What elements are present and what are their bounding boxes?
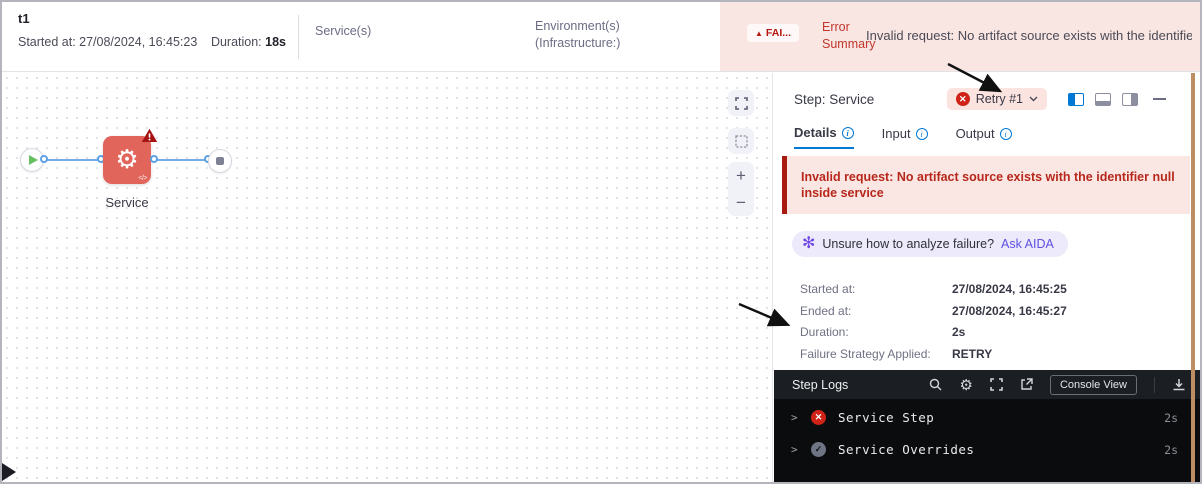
started-at-text: Started at: 27/08/2024, 16:45:23	[18, 35, 198, 49]
execution-header: t1 Started at: 27/08/2024, 16:45:23 Dura…	[2, 2, 1200, 72]
search-icon[interactable]	[929, 378, 942, 391]
edge-step-to-end	[154, 159, 210, 161]
info-icon: i	[841, 126, 854, 139]
download-logs-icon[interactable]	[1172, 378, 1186, 391]
detail-row-ended-at: Ended at: 27/08/2024, 16:45:27	[800, 303, 1067, 318]
failed-status-icon: ✕	[811, 410, 826, 425]
tab-input[interactable]: Input i	[882, 125, 928, 149]
step-details-panel: Step: Service ✕ Retry #1 Details i Input i	[774, 73, 1200, 482]
console-header: Step Logs ⚙ Console View	[774, 370, 1200, 399]
minimize-panel-button[interactable]	[1153, 98, 1166, 100]
step-error-banner: Invalid request: No artifact source exis…	[782, 156, 1190, 214]
detail-row-failure-strategy: Failure Strategy Applied: RETRY	[800, 346, 993, 361]
execution-window: t1 Started at: 27/08/2024, 16:45:23 Dura…	[0, 0, 1202, 484]
info-icon: i	[915, 127, 928, 140]
fullscreen-icon[interactable]	[990, 378, 1003, 391]
canvas-zoom-controls: + −	[728, 162, 754, 216]
edge-start-to-step	[46, 159, 102, 161]
console-title: Step Logs	[792, 377, 849, 392]
layout-bottom-panel-button[interactable]	[1095, 92, 1111, 106]
failed-status-badge: ▲ FAI...	[747, 24, 800, 42]
panel-scrollbar[interactable]	[1191, 73, 1195, 482]
tab-details[interactable]: Details i	[794, 125, 854, 149]
console-view-button[interactable]: Console View	[1049, 374, 1137, 395]
detail-row-started-at: Started at: 27/08/2024, 16:45:25	[800, 282, 1067, 296]
warning-icon: ▲	[755, 29, 763, 38]
detail-row-duration: Duration: 2s	[800, 325, 966, 339]
canvas-fullscreen-button[interactable]	[728, 90, 754, 116]
layout-right-panel-button[interactable]	[1122, 92, 1138, 106]
connector-port	[150, 155, 158, 163]
zoom-in-button[interactable]: +	[728, 162, 754, 189]
step-failed-warning-icon	[141, 128, 158, 143]
step-details-list: Started at: 27/08/2024, 16:45:25 Ended a…	[800, 282, 1200, 382]
chevron-down-icon	[1029, 96, 1038, 102]
tab-output[interactable]: Output i	[956, 125, 1012, 149]
failed-circle-icon: ✕	[955, 92, 970, 106]
error-summary-text: Invalid request: No artifact source exis…	[866, 28, 1192, 43]
environments-label: Environment(s) (Infrastructure:)	[535, 19, 621, 50]
zoom-out-button[interactable]: −	[728, 189, 754, 216]
services-label: Service(s)	[315, 24, 372, 38]
error-summary-zone: ▲ FAI... Error Summary Invalid request: N…	[720, 2, 1200, 71]
log-settings-gear-icon[interactable]: ⚙	[959, 376, 972, 394]
duration-text: Duration: 18s	[210, 35, 286, 49]
ask-aida-link[interactable]: Ask AIDA	[1001, 237, 1054, 251]
success-status-icon: ✓	[811, 442, 826, 457]
expand-chevron-icon[interactable]: >	[791, 443, 811, 456]
infrastructure-label: (Infrastructure:)	[535, 36, 621, 50]
console-divider	[1154, 376, 1155, 393]
pipeline-canvas[interactable]: ⚙ </> Service + −	[2, 73, 773, 482]
log-entry-service-overrides[interactable]: > ✓ Service Overrides 2s	[774, 436, 1200, 463]
info-icon: i	[999, 127, 1012, 140]
step-node-label: Service	[105, 195, 149, 210]
connector-port	[40, 155, 48, 163]
pipeline-name: t1	[18, 11, 30, 26]
stop-icon	[216, 157, 224, 165]
step-logs-console: Step Logs ⚙ Console View > ✕ Service Ste…	[774, 370, 1200, 482]
panel-title: Step: Service	[794, 91, 875, 107]
service-step-node[interactable]: ⚙ </>	[103, 128, 158, 184]
detail-tabs: Details i Input i Output i	[774, 125, 1200, 149]
play-icon	[29, 155, 38, 165]
pipeline-info: t1 Started at: 27/08/2024, 16:45:23 Dura…	[18, 11, 286, 49]
selection-icon	[734, 134, 748, 148]
header-divider	[298, 15, 299, 59]
end-node[interactable]	[208, 149, 232, 173]
open-in-new-icon[interactable]	[1020, 378, 1033, 391]
canvas-select-button[interactable]	[728, 128, 754, 154]
ask-aida-pill[interactable]: ✻ Unsure how to analyze failure? Ask AID…	[792, 231, 1068, 257]
template-code-icon: </>	[138, 175, 147, 182]
log-entry-service-step[interactable]: > ✕ Service Step 2s	[774, 404, 1200, 431]
expand-icon	[734, 96, 748, 110]
gear-icon: ⚙	[115, 144, 139, 174]
aida-sparkle-icon: ✻	[802, 235, 816, 252]
retry-attempt-dropdown[interactable]: ✕ Retry #1	[946, 88, 1047, 110]
expand-chevron-icon[interactable]: >	[791, 411, 811, 424]
layout-left-panel-button[interactable]	[1068, 92, 1084, 106]
